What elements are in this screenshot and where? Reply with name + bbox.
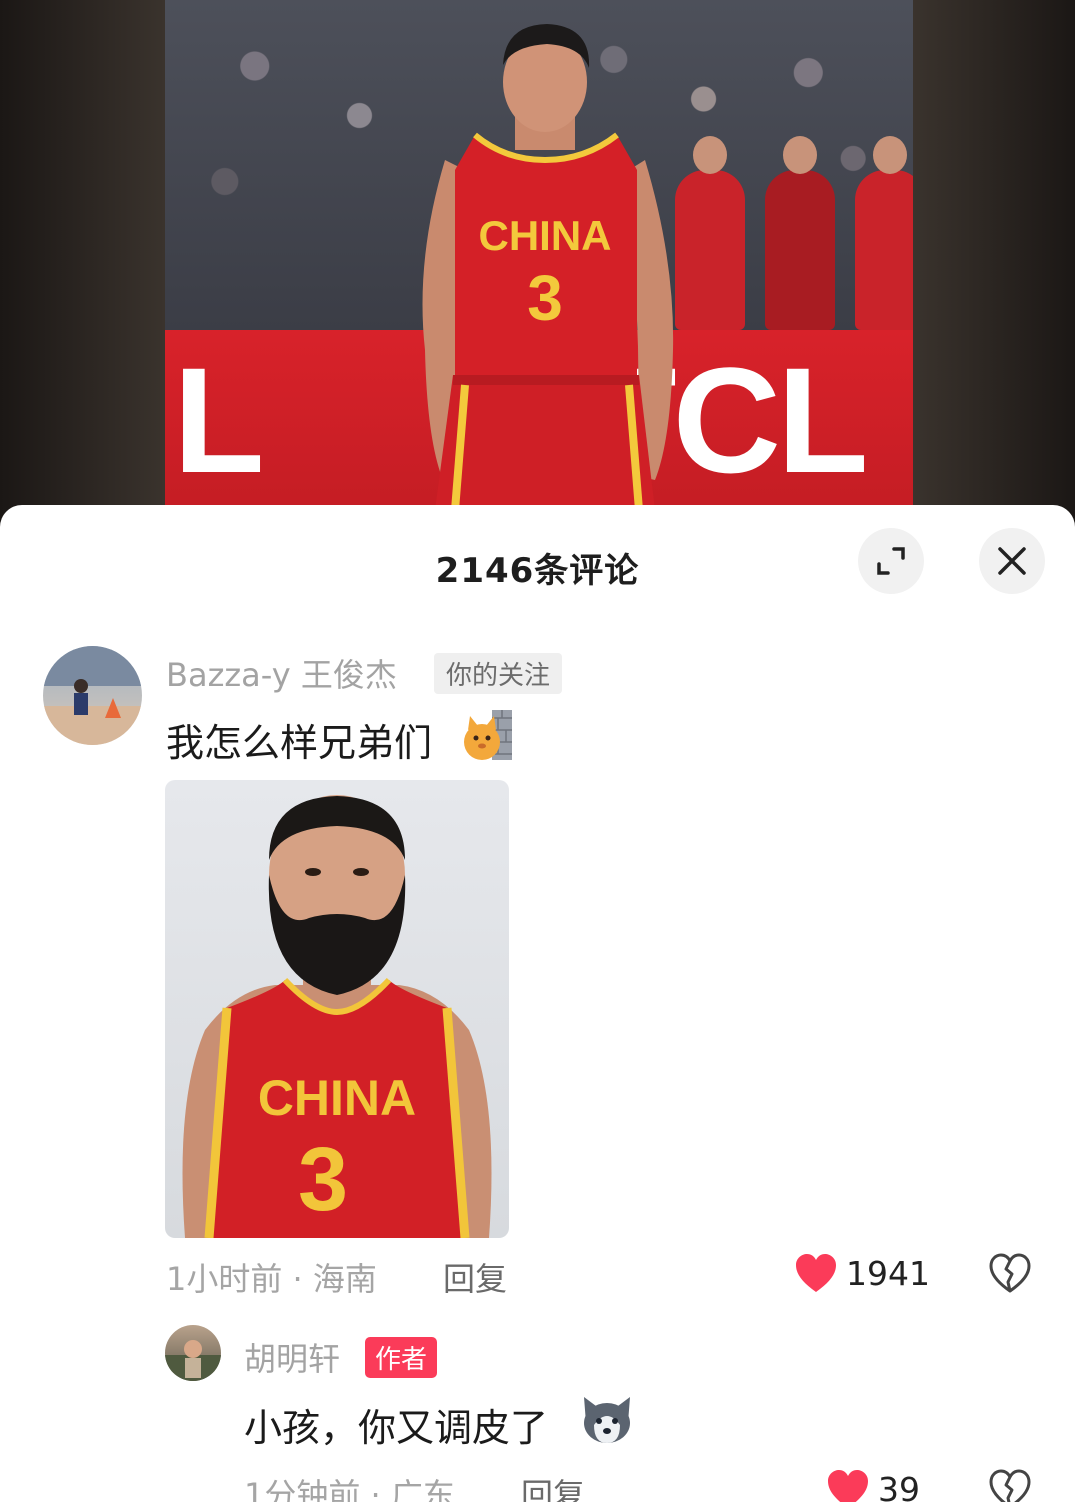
cat-wall-emoji — [464, 710, 512, 760]
main-player-figure: CHINA 3 — [422, 24, 674, 505]
jersey-text: CHINA — [479, 212, 612, 259]
photo-jersey-text: CHINA — [258, 1070, 416, 1126]
comment-sheet: 2146条评论 Bazza-y 王俊杰 你的关注 我怎么样兄弟们 CHINA 3… — [0, 505, 1075, 1502]
like-count: 39 — [878, 1470, 920, 1502]
reply-username[interactable]: 胡明轩 — [244, 1334, 340, 1380]
avatar-image — [165, 1340, 221, 1381]
comment-text: 我怎么样兄弟们 — [166, 721, 433, 765]
bench-player — [855, 136, 913, 330]
comment-image[interactable]: CHINA 3 — [165, 780, 509, 1238]
broken-heart-icon[interactable] — [988, 1252, 1032, 1294]
close-icon — [998, 547, 1026, 575]
reply-button[interactable]: 回复 — [443, 1254, 507, 1300]
reply-text: 小孩，你又调皮了 — [244, 1406, 549, 1450]
close-button[interactable] — [979, 528, 1045, 594]
author-tag: 作者 — [365, 1337, 438, 1378]
comment-item: Bazza-y 王俊杰 你的关注 我怎么样兄弟们 CHINA 3 1小时前 · … — [0, 640, 1075, 1298]
following-tag: 你的关注 — [434, 653, 563, 694]
reply-item: 胡明轩 作者 小孩，你又调皮了 1分钟前 · 广东 回复 39 — [0, 1320, 1075, 1502]
bench-player — [765, 136, 835, 330]
video-frame[interactable]: L TCL CHINA 3 — [165, 0, 913, 505]
broken-heart-icon[interactable] — [988, 1468, 1032, 1502]
video-blur-right — [913, 0, 1075, 520]
jersey-number: 3 — [527, 262, 563, 334]
avatar-image — [43, 646, 142, 745]
avatar[interactable] — [43, 646, 142, 745]
reply-button[interactable]: 回复 — [521, 1470, 585, 1502]
expand-icon — [877, 547, 905, 575]
bearded-player-photo: CHINA 3 — [182, 795, 492, 1238]
husky-emoji — [584, 1397, 630, 1443]
like-count: 1941 — [846, 1254, 930, 1293]
video-blur-left — [0, 0, 165, 520]
heart-liked-icon[interactable] — [826, 1468, 870, 1502]
heart-liked-icon[interactable] — [794, 1252, 838, 1294]
reply-time-location: 1分钟前 · 广东 — [244, 1476, 455, 1502]
avatar[interactable] — [165, 1325, 221, 1381]
video-area[interactable]: L TCL CHINA 3 — [0, 0, 1075, 520]
comment-time-location: 1小时前 · 海南 — [166, 1260, 377, 1298]
comment-username[interactable]: Bazza-y 王俊杰 — [166, 650, 397, 696]
photo-jersey-number: 3 — [298, 1130, 348, 1230]
ad-board-text-left: L — [173, 336, 265, 504]
expand-button[interactable] — [858, 528, 924, 594]
